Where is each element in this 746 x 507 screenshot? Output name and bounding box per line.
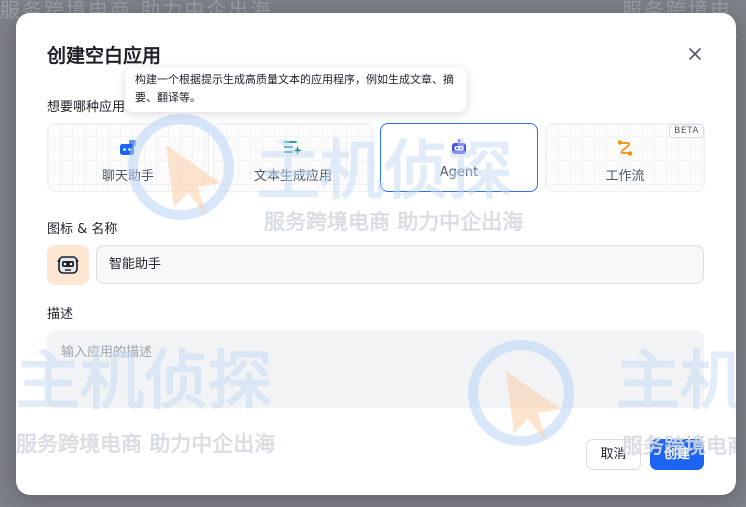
create-button[interactable]: 创建	[650, 439, 704, 470]
chat-bot-icon	[118, 138, 138, 158]
description-textarea[interactable]: 输入应用的描述	[47, 330, 704, 408]
dialog-title: 创建空白应用	[47, 45, 162, 67]
app-type-label-workflow: 工作流	[605, 169, 645, 184]
create-app-dialog: 创建空白应用 构建一个根据提示生成高质量文本的应用程序，例如生成文章、摘要、翻译…	[16, 13, 736, 495]
text-sparkle-icon	[283, 138, 303, 158]
app-type-text-generator[interactable]: 文本生成应用	[213, 123, 373, 192]
close-icon[interactable]	[684, 43, 706, 65]
app-type-label: 想要哪种应用	[47, 100, 126, 115]
app-name-input[interactable]: 智能助手	[96, 245, 704, 284]
app-type-selector: 聊天助手 文本生成应用 Agent BETA 工作流	[47, 123, 705, 193]
app-type-agent[interactable]: Agent	[380, 123, 538, 192]
description-label: 描述	[47, 307, 74, 322]
app-type-label-chat: 聊天助手	[101, 169, 154, 184]
app-type-label-agent: Agent	[439, 165, 479, 180]
workflow-icon	[615, 138, 635, 158]
beta-badge: BETA	[669, 124, 704, 138]
icon-name-label: 图标 & 名称	[47, 222, 118, 237]
app-type-tooltip: 构建一个根据提示生成高质量文本的应用程序，例如生成文章、摘要、翻译等。	[125, 68, 467, 112]
app-type-workflow[interactable]: BETA 工作流	[545, 123, 705, 192]
watermark-slogan: 服务跨境电商 助力中企出海	[16, 432, 275, 456]
cancel-button[interactable]: 取消	[586, 439, 641, 470]
app-avatar-picker[interactable]	[47, 245, 89, 285]
app-type-label-text: 文本生成应用	[253, 169, 332, 184]
robot-icon	[449, 138, 469, 158]
robot-emoji-icon	[56, 253, 80, 277]
app-type-chat-assistant[interactable]: 聊天助手	[47, 123, 209, 192]
watermark-slogan: 服务跨境电商 助力中企出海	[264, 210, 523, 234]
